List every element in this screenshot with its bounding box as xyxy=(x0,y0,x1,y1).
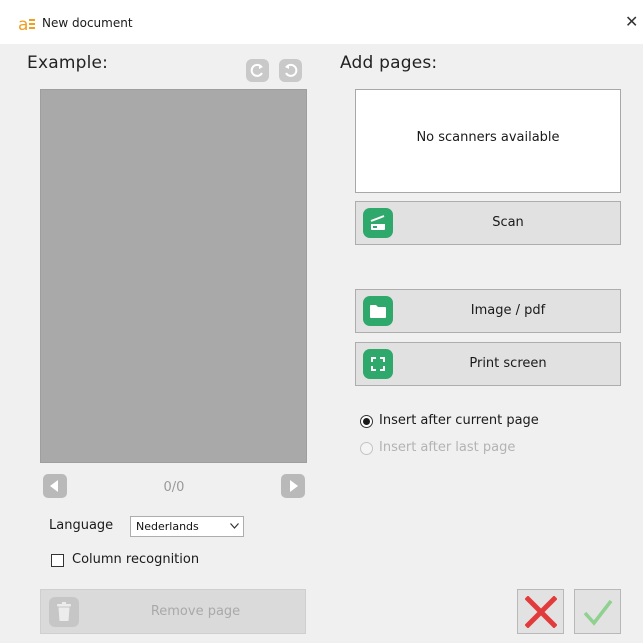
chevron-down-icon xyxy=(230,523,239,529)
rotate-right-button[interactable] xyxy=(279,59,302,82)
scan-button[interactable]: Scan xyxy=(355,201,621,245)
print-screen-label: Print screen xyxy=(469,356,547,371)
scanner-list[interactable]: No scanners available xyxy=(355,89,621,193)
rotate-left-button[interactable] xyxy=(246,59,269,82)
scanner-status: No scanners available xyxy=(416,130,560,145)
remove-page-button[interactable]: Remove page xyxy=(40,589,306,634)
remove-icon-container xyxy=(49,597,79,627)
window-title: New document xyxy=(42,16,133,30)
image-pdf-button[interactable]: Image / pdf xyxy=(355,289,621,333)
rotate-right-icon xyxy=(285,63,298,77)
trash-icon xyxy=(57,602,71,621)
previous-page-button[interactable] xyxy=(43,474,67,498)
print-screen-button[interactable]: Print screen xyxy=(355,342,621,386)
insert-after-last-label: Insert after last page xyxy=(379,440,516,455)
page-preview xyxy=(40,89,307,463)
image-pdf-icon-container xyxy=(363,296,393,326)
cancel-button[interactable] xyxy=(517,589,564,634)
insert-after-current-label: Insert after current page xyxy=(379,413,539,428)
insert-after-current-radio[interactable] xyxy=(360,415,373,428)
a-logo-icon: a xyxy=(18,15,35,33)
scan-label: Scan xyxy=(492,215,524,230)
remove-page-label: Remove page xyxy=(150,604,241,619)
language-select[interactable]: Nederlands xyxy=(130,516,244,537)
language-value: Nederlands xyxy=(136,520,199,533)
column-recognition-label: Column recognition xyxy=(72,552,200,567)
language-label: Language xyxy=(49,518,114,533)
next-page-button[interactable] xyxy=(281,474,305,498)
example-heading: Example: xyxy=(27,53,109,73)
check-icon xyxy=(583,599,613,626)
screen-capture-icon xyxy=(371,357,385,371)
add-pages-heading: Add pages: xyxy=(340,53,438,73)
cancel-x-icon xyxy=(525,596,557,628)
close-button[interactable]: ✕ xyxy=(625,12,638,32)
svg-text:a: a xyxy=(18,15,28,33)
page-counter: 0/0 xyxy=(163,480,185,495)
image-pdf-label: Image / pdf xyxy=(470,303,546,318)
folder-icon xyxy=(370,305,386,318)
ok-button[interactable] xyxy=(574,589,621,634)
arrow-left-icon xyxy=(50,480,58,492)
insert-after-last-radio[interactable] xyxy=(360,442,373,455)
print-screen-icon-container xyxy=(363,349,393,379)
column-recognition-checkbox[interactable] xyxy=(51,554,64,567)
title-bar: a New document ✕ xyxy=(0,0,643,44)
scan-icon-container xyxy=(363,208,393,238)
rotate-left-icon xyxy=(250,63,263,77)
scanner-icon xyxy=(370,215,385,230)
arrow-right-icon xyxy=(290,480,298,492)
